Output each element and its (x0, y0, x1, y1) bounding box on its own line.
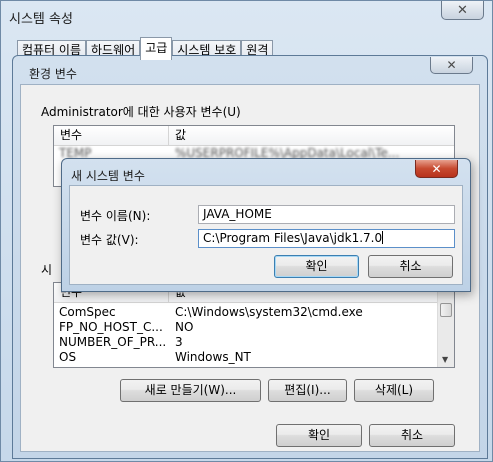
variable-name-label: 변수 이름(N): (80, 209, 151, 223)
new-variable-button[interactable]: 새로 만들기(W)... (120, 379, 261, 402)
list-item[interactable]: ComSpec C:\Windows\system32\cmd.exe (54, 305, 439, 320)
variable-value: NO (175, 320, 194, 334)
variable-name-field[interactable]: JAVA_HOME (198, 205, 455, 224)
dialog-title: 새 시스템 변수 (71, 169, 145, 183)
window-title: 시스템 속성 (9, 12, 73, 27)
close-icon: ✕ (431, 161, 442, 176)
close-button[interactable]: ✕ (441, 1, 484, 20)
scrollbar-thumb[interactable] (440, 303, 452, 317)
close-button[interactable]: ✕ (430, 57, 473, 74)
close-button[interactable]: ✕ (415, 160, 458, 178)
column-header-value[interactable]: 값 (169, 126, 186, 145)
delete-variable-button[interactable]: 삭제(L) (354, 379, 434, 402)
window-title: 환경 변수 (29, 67, 77, 81)
cancel-button[interactable]: 취소 (368, 255, 453, 278)
variable-name: OS (59, 350, 77, 364)
new-system-variable-dialog: 새 시스템 변수 ✕ 변수 이름(N): JAVA_HOME 변수 값(V): … (61, 158, 471, 292)
variable-name-value: JAVA_HOME (203, 207, 272, 221)
tab-advanced[interactable]: 고급 (140, 37, 173, 60)
system-variables-label: 시 (41, 263, 53, 277)
list-item[interactable]: FP_NO_HOST_C... NO (54, 320, 439, 335)
variable-value: C:\Windows\system32\cmd.exe (175, 305, 363, 319)
vertical-scrollbar[interactable]: ▼ (437, 283, 454, 367)
variable-value-field[interactable]: C:\Program Files\Java\jdk1.7.0 (198, 229, 455, 248)
variable-name: ComSpec (59, 305, 116, 319)
system-variables-list[interactable]: 변수 값 ComSpec C:\Windows\system32\cmd.exe… (53, 282, 455, 368)
close-icon: ✕ (457, 2, 468, 18)
column-header-name[interactable]: 변수 (54, 126, 169, 145)
variable-name: NUMBER_OF_PR... (59, 335, 167, 349)
list-item[interactable]: NUMBER_OF_PR... 3 (54, 335, 439, 350)
variable-value: Windows_NT (175, 350, 251, 364)
list-item[interactable]: OS Windows_NT (54, 350, 439, 365)
cancel-button[interactable]: 취소 (369, 424, 455, 447)
edit-variable-button[interactable]: 편집(I)... (268, 379, 347, 402)
chevron-down-icon[interactable]: ▼ (442, 355, 448, 364)
text-caret (382, 231, 384, 244)
variable-value: 3 (175, 335, 183, 349)
ok-button[interactable]: 확인 (274, 255, 359, 278)
user-variables-label: Administrator에 대한 사용자 변수(U) (41, 105, 241, 119)
variable-name: FP_NO_HOST_C... (59, 320, 163, 334)
variable-value-text: C:\Program Files\Java\jdk1.7.0 (203, 231, 383, 245)
close-icon: ✕ (446, 58, 457, 72)
list-rows: ComSpec C:\Windows\system32\cmd.exe FP_N… (54, 305, 439, 365)
variable-value-label: 변수 값(V): (80, 233, 139, 247)
list-header: 변수 값 (54, 126, 454, 146)
ok-button[interactable]: 확인 (276, 424, 362, 447)
